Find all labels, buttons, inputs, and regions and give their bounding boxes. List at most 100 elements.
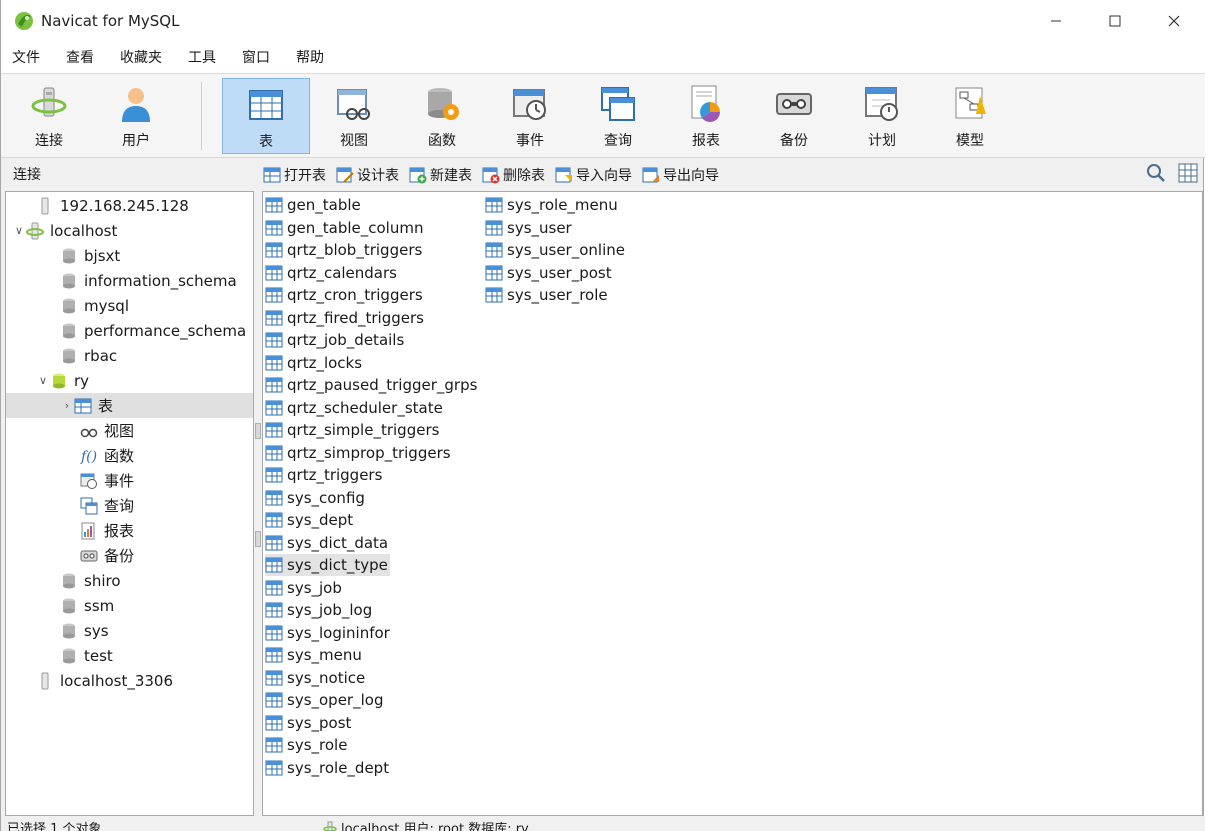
tree-ry-queries[interactable]: 查询 xyxy=(6,493,253,518)
chevron-down-icon[interactable]: ∨ xyxy=(36,374,50,387)
table-item[interactable]: sys_notice xyxy=(265,667,367,689)
table-item[interactable]: sys_user_online xyxy=(485,239,627,261)
pane-splitter[interactable] xyxy=(254,191,262,816)
table-icon xyxy=(265,490,283,505)
toolbar-separator xyxy=(201,82,202,150)
menu-file[interactable]: 文件 xyxy=(1,42,55,74)
menu-view[interactable]: 查看 xyxy=(55,42,109,74)
table-item[interactable]: gen_table xyxy=(265,194,363,216)
table-item[interactable]: sys_job_log xyxy=(265,599,374,621)
tree-db-test[interactable]: test xyxy=(6,643,253,668)
table-item[interactable]: sys_logininfor xyxy=(265,622,392,644)
connect-button[interactable]: 连接 xyxy=(5,78,93,154)
search-icon[interactable] xyxy=(1145,162,1167,184)
new-table-button[interactable]: 新建表 xyxy=(409,165,472,185)
query-button[interactable]: 查询 xyxy=(574,78,662,154)
chevron-down-icon[interactable]: ∨ xyxy=(12,224,26,237)
tree-db-bjsxt[interactable]: bjsxt xyxy=(6,243,253,268)
table-item[interactable]: qrtz_locks xyxy=(265,352,364,374)
table-item[interactable]: sys_post xyxy=(265,712,353,734)
delete-table-button[interactable]: 删除表 xyxy=(482,165,545,185)
table-item[interactable]: sys_role_dept xyxy=(265,757,391,779)
close-button[interactable] xyxy=(1145,0,1203,42)
tree-db-shiro[interactable]: shiro xyxy=(6,568,253,593)
table-item[interactable]: gen_table_column xyxy=(265,217,425,239)
status-connection: localhost 用户: root 数据库: ry xyxy=(323,818,529,831)
grid-view-icon[interactable] xyxy=(1177,162,1199,184)
tree-label: bjsxt xyxy=(84,246,121,265)
export-wizard-button[interactable]: 导出向导 xyxy=(642,165,719,185)
table-item-label: sys_oper_log xyxy=(287,691,384,709)
tree-ry-backups[interactable]: 备份 xyxy=(6,543,253,568)
tree-ry-events[interactable]: 事件 xyxy=(6,468,253,493)
table-item[interactable]: sys_dict_data xyxy=(265,532,390,554)
table-item[interactable]: qrtz_fired_triggers xyxy=(265,307,426,329)
chevron-right-icon[interactable]: › xyxy=(60,399,74,412)
event-button[interactable]: 事件 xyxy=(486,78,574,154)
tree-db-performance-schema[interactable]: performance_schema xyxy=(6,318,253,343)
open-table-button[interactable]: 打开表 xyxy=(263,165,326,185)
table-item[interactable]: sys_user_post xyxy=(485,262,614,284)
menu-window[interactable]: 窗口 xyxy=(231,42,285,74)
menu-favorites[interactable]: 收藏夹 xyxy=(109,42,177,74)
table-item[interactable]: qrtz_simple_triggers xyxy=(265,419,441,441)
table-item[interactable]: qrtz_blob_triggers xyxy=(265,239,424,261)
table-icon xyxy=(265,715,283,730)
table-item[interactable]: qrtz_job_details xyxy=(265,329,406,351)
tree-label: performance_schema xyxy=(84,321,247,340)
tree-label: 备份 xyxy=(104,547,135,565)
tree-label: information_schema xyxy=(84,271,237,290)
tree-db-rbac[interactable]: rbac xyxy=(6,343,253,368)
tree-conn-localhost[interactable]: ∨ localhost xyxy=(6,218,253,243)
tree-db-ry[interactable]: ∨ ry xyxy=(6,368,253,393)
tree-label: rbac xyxy=(84,346,118,365)
table-item[interactable]: qrtz_simprop_triggers xyxy=(265,442,453,464)
table-item[interactable]: sys_role xyxy=(265,734,349,756)
minimize-icon xyxy=(1051,20,1061,22)
table-item[interactable]: sys_config xyxy=(265,487,367,509)
function-button[interactable]: 函数 xyxy=(398,78,486,154)
table-item[interactable]: qrtz_scheduler_state xyxy=(265,397,445,419)
collapse-left-grip[interactable] xyxy=(255,423,261,439)
tree-db-sys[interactable]: sys xyxy=(6,618,253,643)
open-table-icon xyxy=(263,167,281,183)
collapse-right-grip[interactable] xyxy=(255,531,261,547)
design-table-button[interactable]: 设计表 xyxy=(336,165,399,185)
menu-help[interactable]: 帮助 xyxy=(285,42,339,74)
tree-db-ssm[interactable]: ssm xyxy=(6,593,253,618)
table-item[interactable]: qrtz_cron_triggers xyxy=(265,284,425,306)
table-item[interactable]: sys_dept xyxy=(265,509,355,531)
table-item[interactable]: sys_user_role xyxy=(485,284,610,306)
tree-db-information-schema[interactable]: information_schema xyxy=(6,268,253,293)
tree-ry-reports[interactable]: 报表 xyxy=(6,518,253,543)
table-item[interactable]: qrtz_triggers xyxy=(265,464,384,486)
table-item[interactable]: sys_user xyxy=(485,217,574,239)
model-button[interactable]: 模型 xyxy=(926,78,1014,154)
table-item[interactable]: sys_oper_log xyxy=(265,689,385,711)
tree-conn-localhost-3306[interactable]: localhost_3306 xyxy=(6,668,253,693)
tree-ry-tables[interactable]: › 表 xyxy=(6,393,253,418)
report-button[interactable]: 报表 xyxy=(662,78,750,154)
table-item[interactable]: sys_menu xyxy=(265,644,364,666)
tree-db-mysql[interactable]: mysql xyxy=(6,293,253,318)
user-button[interactable]: 用户 xyxy=(92,78,180,154)
backup-button[interactable]: 备份 xyxy=(750,78,838,154)
table-item[interactable]: qrtz_paused_trigger_grps xyxy=(265,374,479,396)
minimize-button[interactable] xyxy=(1027,0,1085,42)
table-item-label: qrtz_triggers xyxy=(287,466,383,484)
table-item[interactable]: sys_dict_type xyxy=(265,554,390,576)
view-button[interactable]: 视图 xyxy=(310,78,398,154)
table-item[interactable]: sys_job xyxy=(265,577,344,599)
table-item[interactable]: qrtz_calendars xyxy=(265,262,399,284)
main-toolbar: 连接 用户 表 视图 函数 事件 查询 报表 备份 计划 模型 xyxy=(1,74,1205,158)
maximize-button[interactable] xyxy=(1086,0,1144,42)
tree-ry-views[interactable]: 视图 xyxy=(6,418,253,443)
import-wizard-button[interactable]: 导入向导 xyxy=(555,165,632,185)
table-button[interactable]: 表 xyxy=(222,78,310,154)
view-tools xyxy=(1145,162,1199,184)
tree-conn-192[interactable]: 192.168.245.128 xyxy=(6,193,253,218)
table-item[interactable]: sys_role_menu xyxy=(485,194,620,216)
schedule-button[interactable]: 计划 xyxy=(838,78,926,154)
tree-ry-functions[interactable]: f() 函数 xyxy=(6,443,253,468)
menu-tools[interactable]: 工具 xyxy=(177,42,231,74)
